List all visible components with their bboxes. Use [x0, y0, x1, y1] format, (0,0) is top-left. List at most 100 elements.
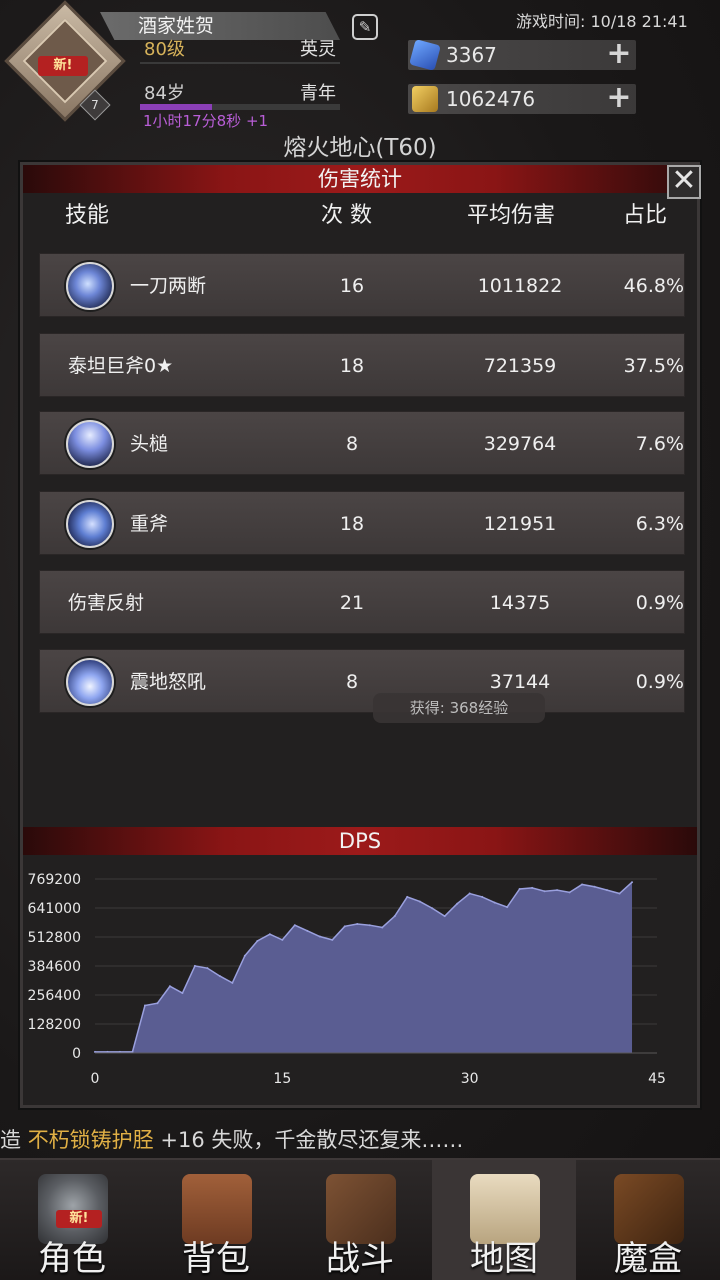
- table-row: 震地怒吼 8 37144 0.9%: [39, 649, 685, 713]
- nav-label: 地图: [470, 1239, 538, 1279]
- dps-point: [493, 901, 496, 904]
- gem-amount: 3367: [446, 43, 497, 67]
- dps-chart-title: DPS: [23, 827, 697, 855]
- dps-point: [518, 887, 521, 890]
- column-header-skill: 技能: [65, 203, 110, 228]
- skill-avg-damage: 721359: [483, 355, 557, 377]
- dps-point: [393, 915, 396, 918]
- nav-label: 战斗: [326, 1239, 394, 1279]
- dps-point: [206, 967, 209, 970]
- dps-point: [556, 889, 559, 892]
- damage-stats-dialog: 伤害统计 ✕ 技能 次 数 平均伤害 占比 一刀两断 16 1011822 46…: [20, 162, 701, 1108]
- skill-name: 头槌: [130, 433, 169, 455]
- dps-point: [606, 889, 609, 892]
- dps-point: [593, 885, 596, 888]
- dps-point: [181, 992, 184, 995]
- skill-name: 伤害反射: [68, 592, 145, 614]
- skill-name: 震地怒吼: [130, 671, 207, 693]
- dps-point: [456, 902, 459, 905]
- skill-count: 18: [339, 355, 365, 377]
- dps-point: [193, 964, 196, 967]
- table-row: 一刀两断 16 1011822 46.8%: [39, 253, 685, 317]
- gold-currency: 1062476 +: [408, 83, 636, 114]
- skill-count: 16: [339, 275, 365, 297]
- dps-point: [306, 929, 309, 932]
- dps-point: [343, 925, 346, 928]
- combat-log-item[interactable]: 不朽锁铸护胫: [28, 1128, 154, 1152]
- slash-skill-icon: [66, 262, 114, 310]
- dps-point: [581, 883, 584, 886]
- table-row: 伤害反射 21 14375 0.9%: [39, 570, 685, 634]
- dps-point: [368, 924, 371, 927]
- y-tick-label: 256400: [28, 988, 81, 1004]
- y-tick-label: 641000: [28, 901, 81, 917]
- x-tick-label: 0: [91, 1071, 100, 1087]
- combat-log: 造 不朽锁铸护胫 +16 失败，千金散尽还复来……: [0, 1124, 720, 1156]
- y-tick-label: 0: [72, 1046, 81, 1062]
- dps-point: [243, 954, 246, 957]
- table-row: 头槌 8 329764 7.6%: [39, 411, 685, 475]
- dps-point: [231, 981, 234, 984]
- y-tick-label: 384600: [28, 959, 81, 975]
- dps-point: [618, 892, 621, 895]
- dps-point: [531, 886, 534, 889]
- dps-point: [443, 915, 446, 918]
- player-rank: 英灵: [300, 39, 336, 60]
- player-status-bar: 新! 7 酒家姓贺 ✎ 游戏时间: 10/18 21:41 80级 英灵 84岁…: [0, 0, 720, 161]
- dps-point: [568, 891, 571, 894]
- avatar-new-badge: 新!: [38, 56, 88, 76]
- dps-point: [143, 1004, 146, 1007]
- nav-magic-box[interactable]: 魔盒: [576, 1160, 720, 1280]
- dps-point: [631, 881, 634, 884]
- avatar-level-badge: 7: [79, 89, 111, 121]
- gold-icon: [412, 86, 438, 112]
- dps-point: [481, 895, 484, 898]
- avatar-level-text: 7: [91, 98, 99, 112]
- dps-point: [431, 907, 434, 910]
- skill-percent: 7.6%: [635, 433, 684, 455]
- nav-character[interactable]: 新! 角色: [0, 1160, 144, 1280]
- skill-count: 8: [345, 433, 359, 455]
- close-button[interactable]: ✕: [667, 165, 701, 199]
- nav-map[interactable]: 地图: [432, 1160, 576, 1280]
- dps-point: [218, 975, 221, 978]
- skill-name: 泰坦巨斧0★: [68, 355, 174, 377]
- dps-point: [256, 940, 259, 943]
- x-tick-label: 15: [273, 1071, 291, 1087]
- level-row: 80级 英灵: [140, 36, 340, 64]
- dps-point: [543, 890, 546, 893]
- dps-point: [156, 1002, 159, 1005]
- skill-percent: 6.3%: [635, 513, 684, 535]
- add-gem-button[interactable]: +: [606, 39, 632, 69]
- edit-name-icon[interactable]: ✎: [352, 14, 378, 40]
- column-header-percent: 占比: [623, 203, 668, 228]
- dps-point: [506, 906, 509, 909]
- map-scroll-icon: [470, 1174, 540, 1244]
- dps-point: [268, 933, 271, 936]
- dps-point: [281, 938, 284, 941]
- nav-battle[interactable]: 战斗: [288, 1160, 432, 1280]
- column-header-avg-damage: 平均伤害: [467, 203, 556, 228]
- sword-shield-icon: [326, 1174, 396, 1244]
- y-tick-label: 769200: [28, 872, 81, 888]
- x-tick-label: 45: [648, 1071, 666, 1087]
- skill-avg-damage: 14375: [489, 592, 551, 614]
- zone-title: 熔火地心(T60): [283, 135, 437, 161]
- skill-percent: 0.9%: [635, 592, 684, 614]
- nav-label: 背包: [182, 1239, 250, 1279]
- skill-percent: 37.5%: [623, 355, 684, 377]
- add-gold-button[interactable]: +: [606, 83, 632, 113]
- y-tick-label: 128200: [28, 1017, 81, 1033]
- player-level: 80级: [144, 39, 185, 60]
- column-header-count: 次 数: [321, 203, 372, 228]
- skill-name: 重斧: [130, 513, 169, 535]
- combat-log-prefix: 造: [0, 1128, 28, 1152]
- skill-count: 18: [339, 513, 365, 535]
- nav-label: 魔盒: [614, 1239, 682, 1279]
- dps-point: [418, 900, 421, 903]
- skill-percent: 46.8%: [623, 275, 684, 297]
- nav-backpack[interactable]: 背包: [144, 1160, 288, 1280]
- dps-point: [168, 985, 171, 988]
- skill-avg-damage: 121951: [483, 513, 557, 535]
- dps-point: [356, 923, 359, 926]
